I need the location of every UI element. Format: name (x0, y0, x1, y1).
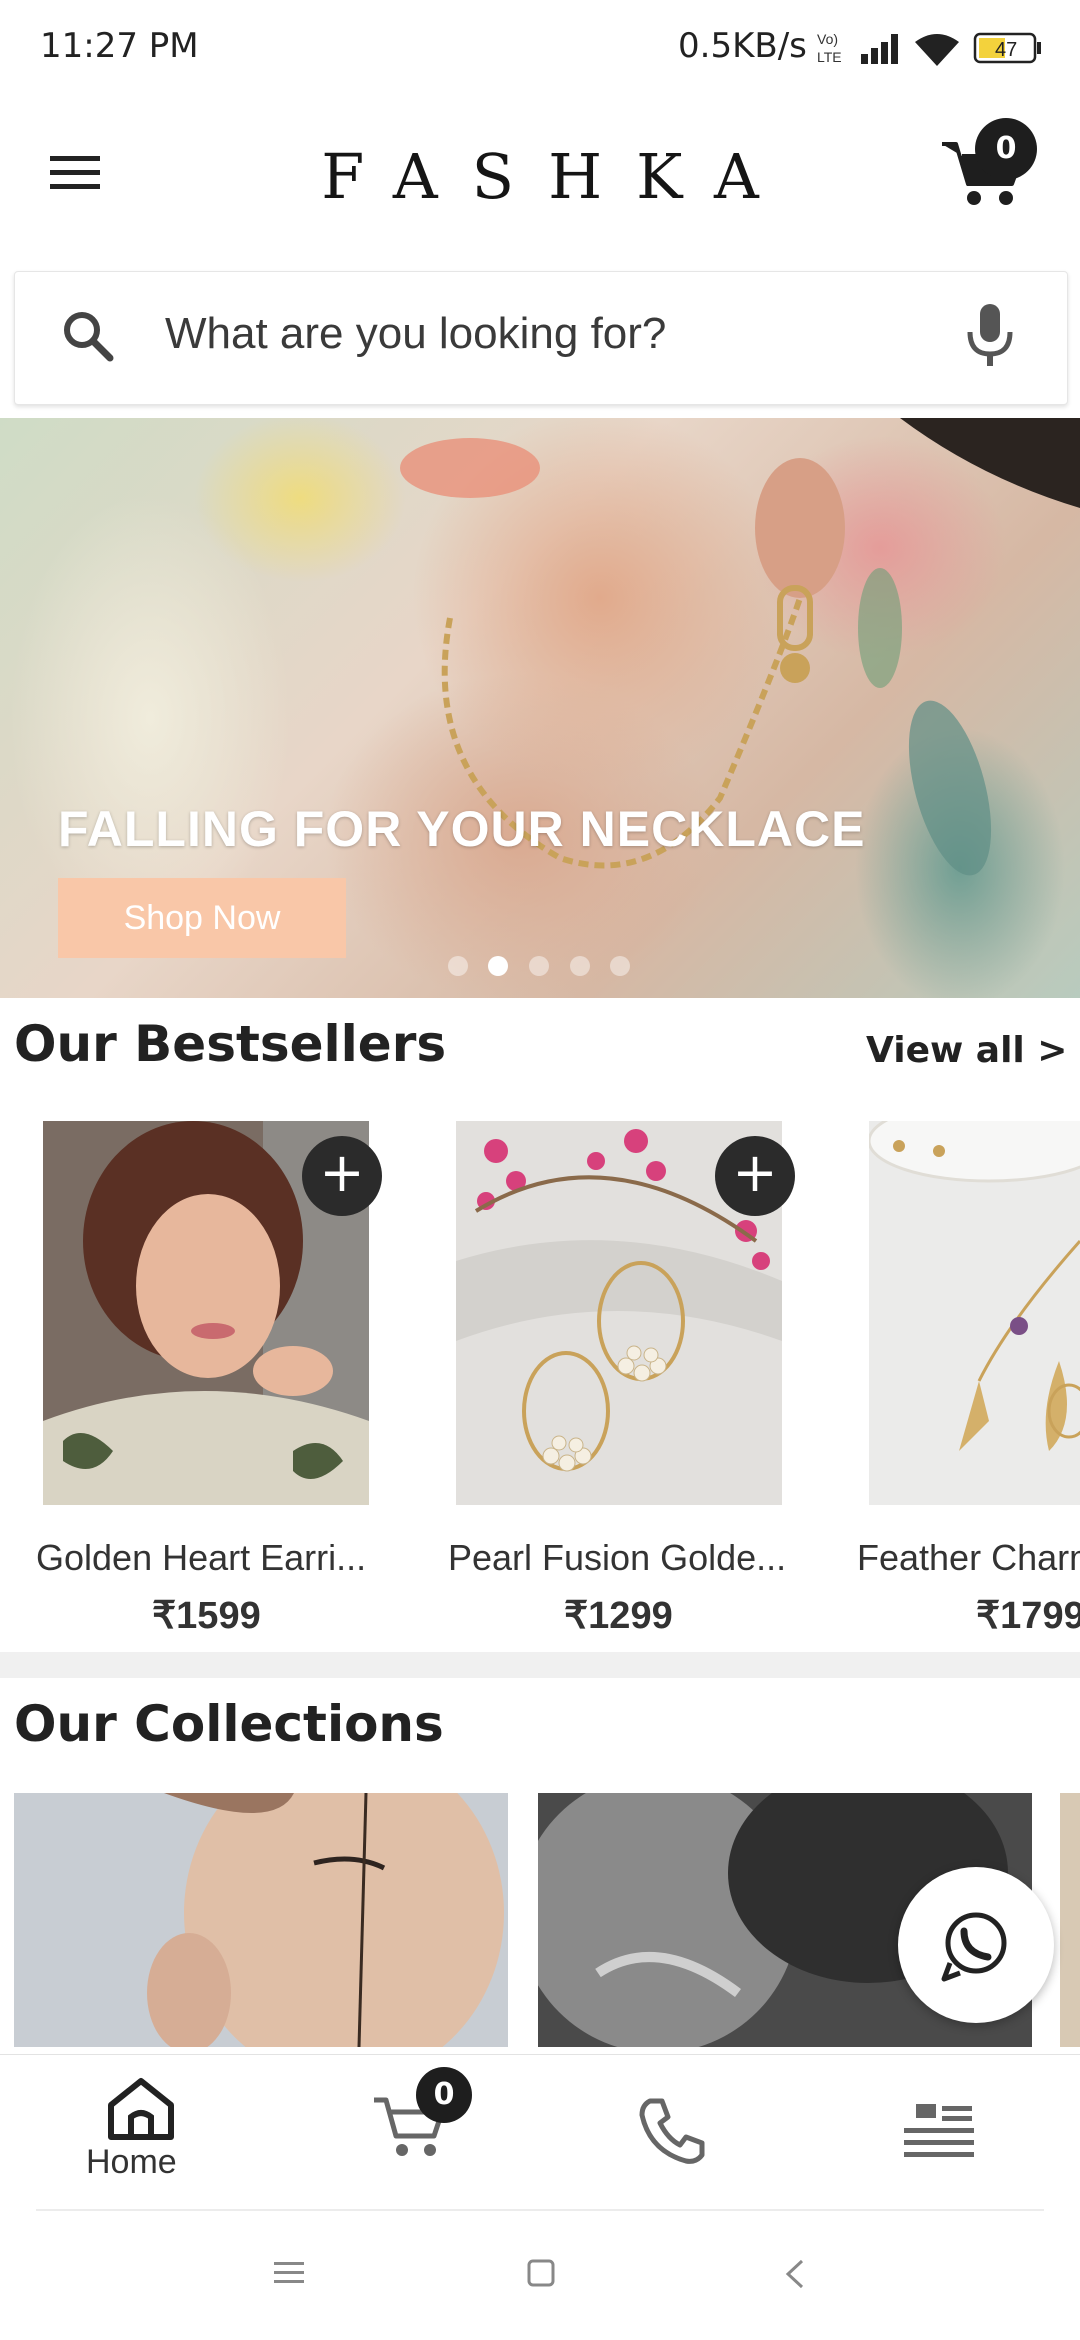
bestsellers-title: Our Bestsellers (14, 1015, 447, 1073)
phone-icon[interactable] (636, 2095, 708, 2167)
view-all-link[interactable]: View all > (866, 1030, 1067, 1071)
collections-title: Our Collections (14, 1695, 444, 1753)
status-time: 11:27 PM (40, 26, 199, 66)
shop-now-button[interactable]: Shop Now (58, 878, 346, 958)
status-icons: Vo) LTE 47 (817, 31, 1041, 66)
product-image[interactable] (869, 1121, 1080, 1505)
svg-text:LTE: LTE (817, 49, 842, 65)
list-icon[interactable] (902, 2102, 976, 2158)
nav-home-label[interactable]: Home (86, 2143, 177, 2182)
home-icon[interactable] (105, 2075, 177, 2141)
cart-count-badge: 0 (975, 118, 1037, 180)
signal-icon (861, 34, 898, 64)
carousel-dot-active[interactable] (488, 956, 508, 976)
network-speed: 0.5KB/s (678, 26, 807, 66)
whatsapp-icon (941, 1912, 1007, 1982)
collection-card[interactable] (14, 1793, 508, 2047)
section-divider (0, 1652, 1080, 1678)
brand-logo: FASHKA (321, 140, 793, 213)
banner-headline: FALLING FOR YOUR NECKLACE (58, 801, 866, 857)
product-name: Feather Charm (857, 1537, 1080, 1578)
svg-text:Vo): Vo) (817, 31, 838, 47)
recent-apps-icon[interactable] (272, 2260, 306, 2286)
carousel-dot[interactable] (610, 956, 630, 976)
nav-divider (36, 2209, 1044, 2211)
whatsapp-button[interactable] (898, 1867, 1054, 2023)
svg-text:47: 47 (995, 39, 1017, 61)
carousel-dot[interactable] (448, 956, 468, 976)
volte-icon: Vo) LTE (817, 31, 842, 65)
search-placeholder: What are you looking for? (165, 309, 667, 358)
battery-icon: 47 (973, 32, 1041, 64)
home-system-icon[interactable] (526, 2258, 556, 2288)
add-to-cart-button[interactable]: + (302, 1136, 382, 1216)
microphone-icon[interactable] (960, 300, 1020, 370)
carousel-dot[interactable] (529, 956, 549, 976)
product-price: ₹1599 (152, 1595, 261, 1637)
product-name: Pearl Fusion Golde... (448, 1537, 787, 1578)
product-price: ₹1299 (564, 1595, 673, 1637)
nav-cart-badge: 0 (416, 2067, 472, 2123)
carousel-dot[interactable] (570, 956, 590, 976)
back-icon[interactable] (782, 2258, 806, 2290)
product-price: ₹1799 (976, 1595, 1080, 1637)
search-icon (64, 312, 114, 362)
product-name: Golden Heart Earri... (36, 1537, 367, 1578)
add-to-cart-button[interactable]: + (715, 1136, 795, 1216)
collection-card[interactable] (1060, 1793, 1080, 2047)
wifi-icon (915, 34, 959, 66)
